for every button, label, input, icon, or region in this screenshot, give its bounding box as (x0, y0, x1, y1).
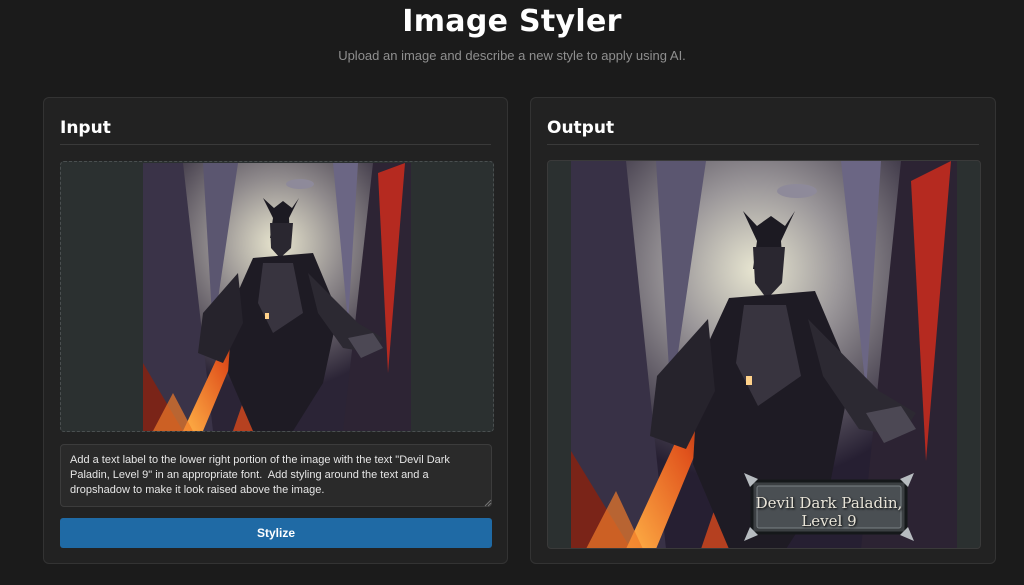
output-panel-title: Output (547, 118, 979, 145)
output-image-frame: Devil Dark Paladin, Level 9 (547, 160, 981, 549)
input-panel: Input Add a text label to the lower righ… (43, 97, 508, 564)
page-title: Image Styler (402, 4, 622, 39)
style-prompt-input[interactable] (60, 444, 492, 507)
label-line-1: Devil Dark Paladin, (755, 494, 903, 512)
input-panel-title: Input (60, 118, 491, 145)
image-upload-dropzone[interactable] (60, 161, 494, 432)
output-panel: Output Devil Dark Paladin, Level 9 (530, 97, 996, 564)
resize-grip-icon[interactable] (484, 499, 492, 507)
label-line-2: Level 9 (801, 512, 857, 530)
input-image (143, 163, 411, 431)
stylize-button[interactable]: Stylize (60, 518, 492, 548)
page-subtitle: Upload an image and describe a new style… (338, 48, 686, 63)
